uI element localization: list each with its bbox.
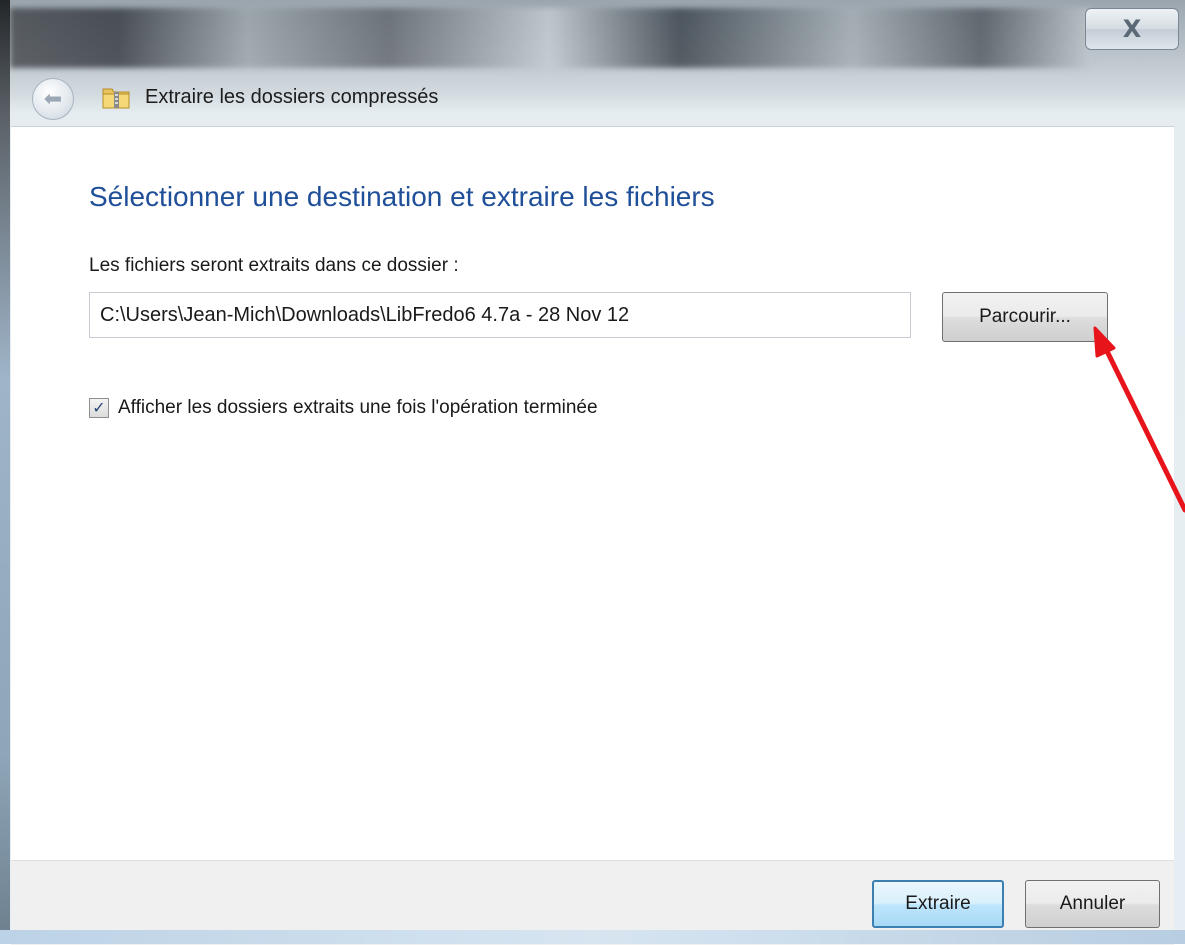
show-folders-option[interactable]: ✓ Afficher les dossiers extraits une foi… (89, 397, 598, 419)
close-icon: X (1122, 15, 1142, 43)
destination-label: Les fichiers seront extraits dans ce dos… (89, 255, 459, 276)
checkmark-icon: ✓ (92, 398, 106, 417)
destination-path-input[interactable]: C:\Users\Jean-Mich\Downloads\LibFredo6 4… (89, 292, 911, 338)
show-folders-label[interactable]: Afficher les dossiers extraits une fois … (118, 397, 598, 419)
zip-folder-icon (102, 88, 130, 109)
titlebar-glass (10, 8, 1090, 68)
window-title: Extraire les dossiers compressés (145, 86, 439, 108)
browse-button[interactable]: Parcourir... (942, 292, 1108, 342)
show-folders-checkbox[interactable]: ✓ (89, 398, 109, 418)
back-arrow-icon: ⬅ (43, 86, 63, 112)
cancel-button[interactable]: Annuler (1025, 880, 1160, 928)
dialog-window: X ⬅ Extraire les dossiers compressés Sél… (0, 0, 1185, 945)
extract-button[interactable]: Extraire (872, 880, 1004, 928)
navigation-bar: ⬅ Extraire les dossiers compressés (10, 72, 1185, 126)
window-left-edge (0, 0, 10, 944)
window-bottom-edge (0, 930, 1185, 944)
page-heading: Sélectionner une destination et extraire… (89, 181, 715, 212)
content-pane: Sélectionner une destination et extraire… (11, 126, 1174, 861)
close-button[interactable]: X (1085, 8, 1179, 50)
back-button[interactable]: ⬅ (32, 78, 74, 120)
